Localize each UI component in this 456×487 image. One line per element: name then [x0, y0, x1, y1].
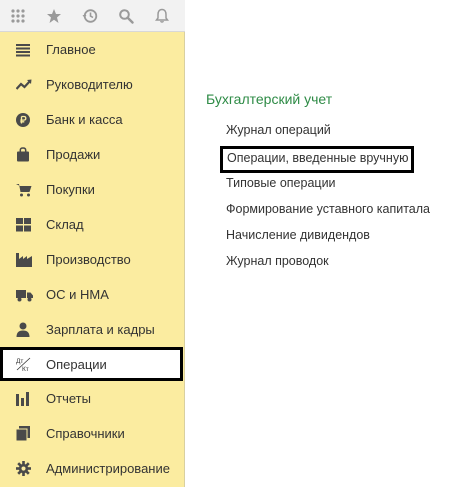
star-icon[interactable] [36, 0, 72, 32]
sidebar-item-label: Покупки [46, 182, 95, 197]
trend-icon [0, 67, 46, 102]
sidebar-item-warehouse[interactable]: Склад [0, 207, 185, 242]
sidebar-item-label: Банк и касса [46, 112, 123, 127]
link-operations-journal[interactable]: Журнал операций [226, 120, 430, 146]
factory-icon [0, 242, 46, 277]
link-postings-journal[interactable]: Журнал проводок [226, 251, 430, 277]
sidebar-item-label: Зарплата и кадры [46, 322, 155, 337]
sidebar-item-label: Главное [46, 42, 96, 57]
sidebar-item-reports[interactable]: Отчеты [0, 381, 185, 416]
sidebar-item-label: Отчеты [46, 391, 91, 406]
truck-icon [0, 277, 46, 312]
sidebar: Главное Руководителю Банк и касса Продаж… [0, 0, 185, 487]
warehouse-icon [0, 207, 46, 242]
app-window: Главное Руководителю Банк и касса Продаж… [0, 0, 456, 487]
sidebar-item-operations[interactable]: Дт Кт Операции [0, 347, 183, 381]
sidebar-item-sales[interactable]: Продажи [0, 137, 185, 172]
sidebar-item-fixed-assets[interactable]: ОС и НМА [0, 277, 185, 312]
sidebar-item-label: Администрирование [46, 461, 170, 476]
sidebar-item-main[interactable]: Главное [0, 32, 185, 67]
sidebar-item-bank[interactable]: Банк и касса [0, 102, 185, 137]
grid-icon[interactable] [0, 0, 36, 32]
sidebar-item-directories[interactable]: Справочники [0, 416, 185, 451]
link-dividends[interactable]: Начисление дивидендов [226, 225, 430, 251]
sidebar-item-manager[interactable]: Руководителю [0, 67, 185, 102]
sidebar-item-label: Производство [46, 252, 131, 267]
cart-icon [0, 172, 46, 207]
sidebar-item-payroll[interactable]: Зарплата и кадры [0, 312, 185, 347]
sidebar-item-label: Склад [46, 217, 84, 232]
dt-label: Дт [16, 358, 23, 365]
section-title: Бухгалтерский учет [206, 91, 333, 107]
sidebar-item-label: ОС и НМА [46, 287, 109, 302]
dt-kt-icon: Дт Кт [3, 347, 46, 382]
books-icon [0, 416, 46, 451]
bar-chart-icon [0, 381, 46, 416]
link-typical-operations[interactable]: Типовые операции [226, 173, 430, 199]
sidebar-item-purchases[interactable]: Покупки [0, 172, 185, 207]
sidebar-item-label: Продажи [46, 147, 101, 162]
link-manual-operations[interactable]: Операции, введенные вручную [220, 146, 415, 173]
content-panel: Бухгалтерский учет Журнал операций Опера… [186, 0, 456, 487]
bell-icon[interactable] [144, 0, 180, 32]
top-toolbar [0, 0, 185, 32]
gear-icon [0, 451, 46, 486]
link-authorized-capital[interactable]: Формирование уставного капитала [226, 199, 430, 225]
bag-icon [0, 137, 46, 172]
search-icon[interactable] [108, 0, 144, 32]
sidebar-item-label: Операции [46, 356, 107, 372]
sidebar-item-production[interactable]: Производство [0, 242, 185, 277]
sidebar-item-label: Руководителю [46, 77, 133, 92]
operations-links: Журнал операций Операции, введенные вруч… [220, 120, 430, 277]
sidebar-item-administration[interactable]: Администрирование [0, 451, 185, 486]
ruble-icon [0, 102, 46, 137]
history-icon[interactable] [72, 0, 108, 32]
kt-label: Кт [22, 366, 29, 372]
person-icon [0, 312, 46, 347]
list-icon [0, 32, 46, 67]
sidebar-item-label: Справочники [46, 426, 125, 441]
sidebar-menu: Главное Руководителю Банк и касса Продаж… [0, 32, 185, 486]
